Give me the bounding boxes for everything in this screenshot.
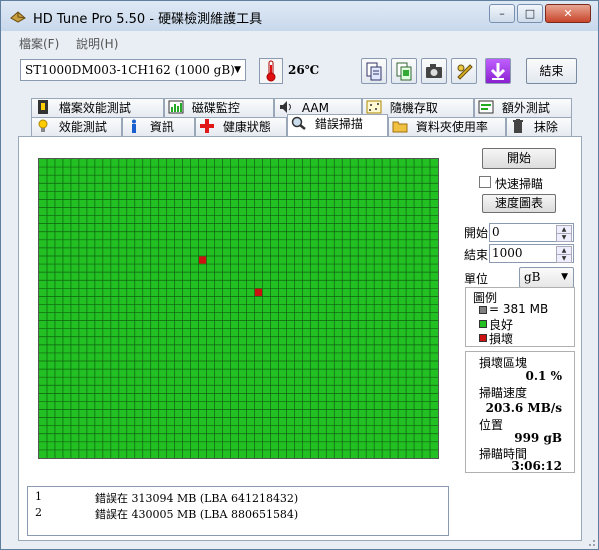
extra-tests-icon: [478, 100, 494, 114]
end-position-spinner[interactable]: 1000 ▲ ▼: [489, 244, 574, 263]
tab-erase[interactable]: 抹除: [506, 117, 572, 136]
settings-icon: [457, 64, 473, 80]
tab-label: 抹除: [533, 120, 558, 134]
minimize-button[interactable]: –: [489, 4, 515, 23]
start-button[interactable]: 開始: [482, 148, 556, 169]
app-logo-icon: [10, 11, 26, 23]
save-button[interactable]: [485, 58, 511, 84]
position-label: 位置: [479, 418, 504, 432]
error-scan-icon: [291, 116, 307, 130]
tab-label: 檔案效能測試: [58, 101, 131, 115]
tab-benchmark[interactable]: 效能測試: [31, 117, 122, 136]
position-value: 999 gB: [514, 431, 562, 445]
tab-file-benchmark[interactable]: 檔案效能測試: [31, 98, 164, 117]
damaged-blocks-label: 損壞區塊: [479, 356, 528, 370]
end-position-value: 1000: [492, 246, 523, 260]
tab-label: 資料夾使用率: [415, 120, 488, 134]
tab-folder-usage[interactable]: 資料夾使用率: [388, 117, 506, 136]
legend-bad-label: 損壞: [489, 332, 514, 346]
tab-label: 磁碟監控: [191, 101, 240, 115]
camera-icon: [426, 64, 442, 78]
scan-block-map: [38, 158, 439, 459]
tab-label: 健康狀態: [222, 120, 271, 134]
scan-speed-label: 掃瞄速度: [479, 386, 528, 400]
file-benchmark-icon: [35, 100, 51, 114]
copy-all-button[interactable]: [391, 58, 417, 84]
scan-stats-box: 損壞區塊 0.1 % 掃瞄速度 203.6 MB/s 位置 999 gB 掃瞄時…: [465, 351, 575, 473]
unit-label: 單位: [464, 272, 489, 286]
error-text: 錯誤在 430005 MB (LBA 880651584): [95, 508, 299, 521]
tab-label: 額外測試: [501, 101, 550, 115]
folder-usage-icon: [392, 119, 408, 133]
chevron-down-icon: ▼: [234, 65, 241, 75]
tab-label: AAM: [301, 101, 329, 115]
tab-label: 效能測試: [58, 120, 107, 134]
resize-grip-icon[interactable]: [586, 537, 596, 547]
benchmark-icon: [35, 119, 51, 133]
tab-label: 隨機存取: [389, 101, 438, 115]
speed-map-button[interactable]: 速度圖表: [482, 194, 556, 213]
error-index: 1: [35, 490, 42, 503]
disk-monitor-icon: [168, 100, 184, 114]
unit-select-value: gB: [524, 270, 541, 284]
error-log-list[interactable]: 1 錯誤在 313094 MB (LBA 641218432) 2 錯誤在 43…: [27, 486, 449, 536]
copy-text-button[interactable]: [361, 58, 387, 84]
unit-select[interactable]: gB ▼: [519, 267, 574, 288]
screenshot-button[interactable]: [421, 58, 447, 84]
drive-select-value: ST1000DM003-1CH162 (1000 gB): [25, 63, 235, 77]
drive-select[interactable]: ST1000DM003-1CH162 (1000 gB) ▼: [20, 59, 246, 81]
temperature-readout: 26℃: [288, 63, 320, 77]
speaker-icon: [278, 100, 294, 114]
menu-help[interactable]: 說明(H): [76, 35, 118, 52]
scan-time-value: 3:06:12: [511, 459, 562, 473]
copy-all-icon: [396, 62, 412, 81]
start-position-value: 0: [492, 225, 500, 239]
title-bar: HD Tune Pro 5.50 - 硬碟檢測維護工具 – □ ✕: [1, 1, 598, 31]
error-text: 錯誤在 313094 MB (LBA 641218432): [95, 492, 299, 505]
tab-label: 錯誤掃描: [314, 117, 363, 131]
end-position-label: 結束: [464, 248, 489, 262]
app-window: HD Tune Pro 5.50 - 硬碟檢測維護工具 – □ ✕ 檔案(F) …: [0, 0, 599, 550]
start-position-spinner[interactable]: 0 ▲ ▼: [489, 223, 574, 242]
maximize-button[interactable]: □: [517, 4, 543, 23]
info-icon: [126, 119, 142, 133]
tab-health[interactable]: 健康狀態: [195, 117, 287, 136]
spin-down-icon[interactable]: ▼: [556, 254, 572, 263]
legend-box: 圖例 = 381 MB 良好 損壞: [465, 287, 575, 347]
scan-speed-value: 203.6 MB/s: [485, 401, 562, 415]
quick-scan-checkbox[interactable]: [479, 176, 491, 188]
bad-block: [254, 288, 263, 296]
health-icon: [199, 119, 215, 133]
legend-good-swatch: [479, 320, 487, 328]
quick-scan-label: 快速掃瞄: [495, 177, 544, 191]
options-button[interactable]: [451, 58, 477, 84]
chevron-down-icon: ▼: [561, 272, 568, 282]
download-icon: [490, 63, 506, 80]
random-access-icon: [366, 100, 382, 114]
spin-down-icon[interactable]: ▼: [556, 233, 572, 242]
bad-block: [198, 256, 207, 264]
menu-bar: 檔案(F) 說明(H): [1, 31, 598, 53]
tab-label: 資訊: [149, 120, 174, 134]
menu-file[interactable]: 檔案(F): [19, 35, 59, 52]
legend-block-size: = 381 MB: [489, 302, 549, 316]
legend-block-swatch: [479, 306, 487, 314]
tab-info[interactable]: 資訊: [122, 117, 195, 136]
tab-extra-tests[interactable]: 額外測試: [474, 98, 572, 117]
start-position-label: 開始: [464, 226, 489, 240]
tab-disk-monitor[interactable]: 磁碟監控: [164, 98, 274, 117]
window-title: HD Tune Pro 5.50 - 硬碟檢測維護工具: [33, 12, 263, 27]
close-button[interactable]: ✕: [545, 4, 591, 23]
erase-icon: [510, 119, 526, 133]
damaged-blocks-value: 0.1 %: [525, 369, 562, 383]
copy-text-icon: [366, 62, 382, 81]
tab-error-scan[interactable]: 錯誤掃描: [287, 114, 388, 136]
thermometer-icon: [259, 58, 283, 84]
legend-bad-swatch: [479, 334, 487, 342]
error-index: 2: [35, 506, 42, 519]
exit-button[interactable]: 結束: [526, 58, 577, 84]
